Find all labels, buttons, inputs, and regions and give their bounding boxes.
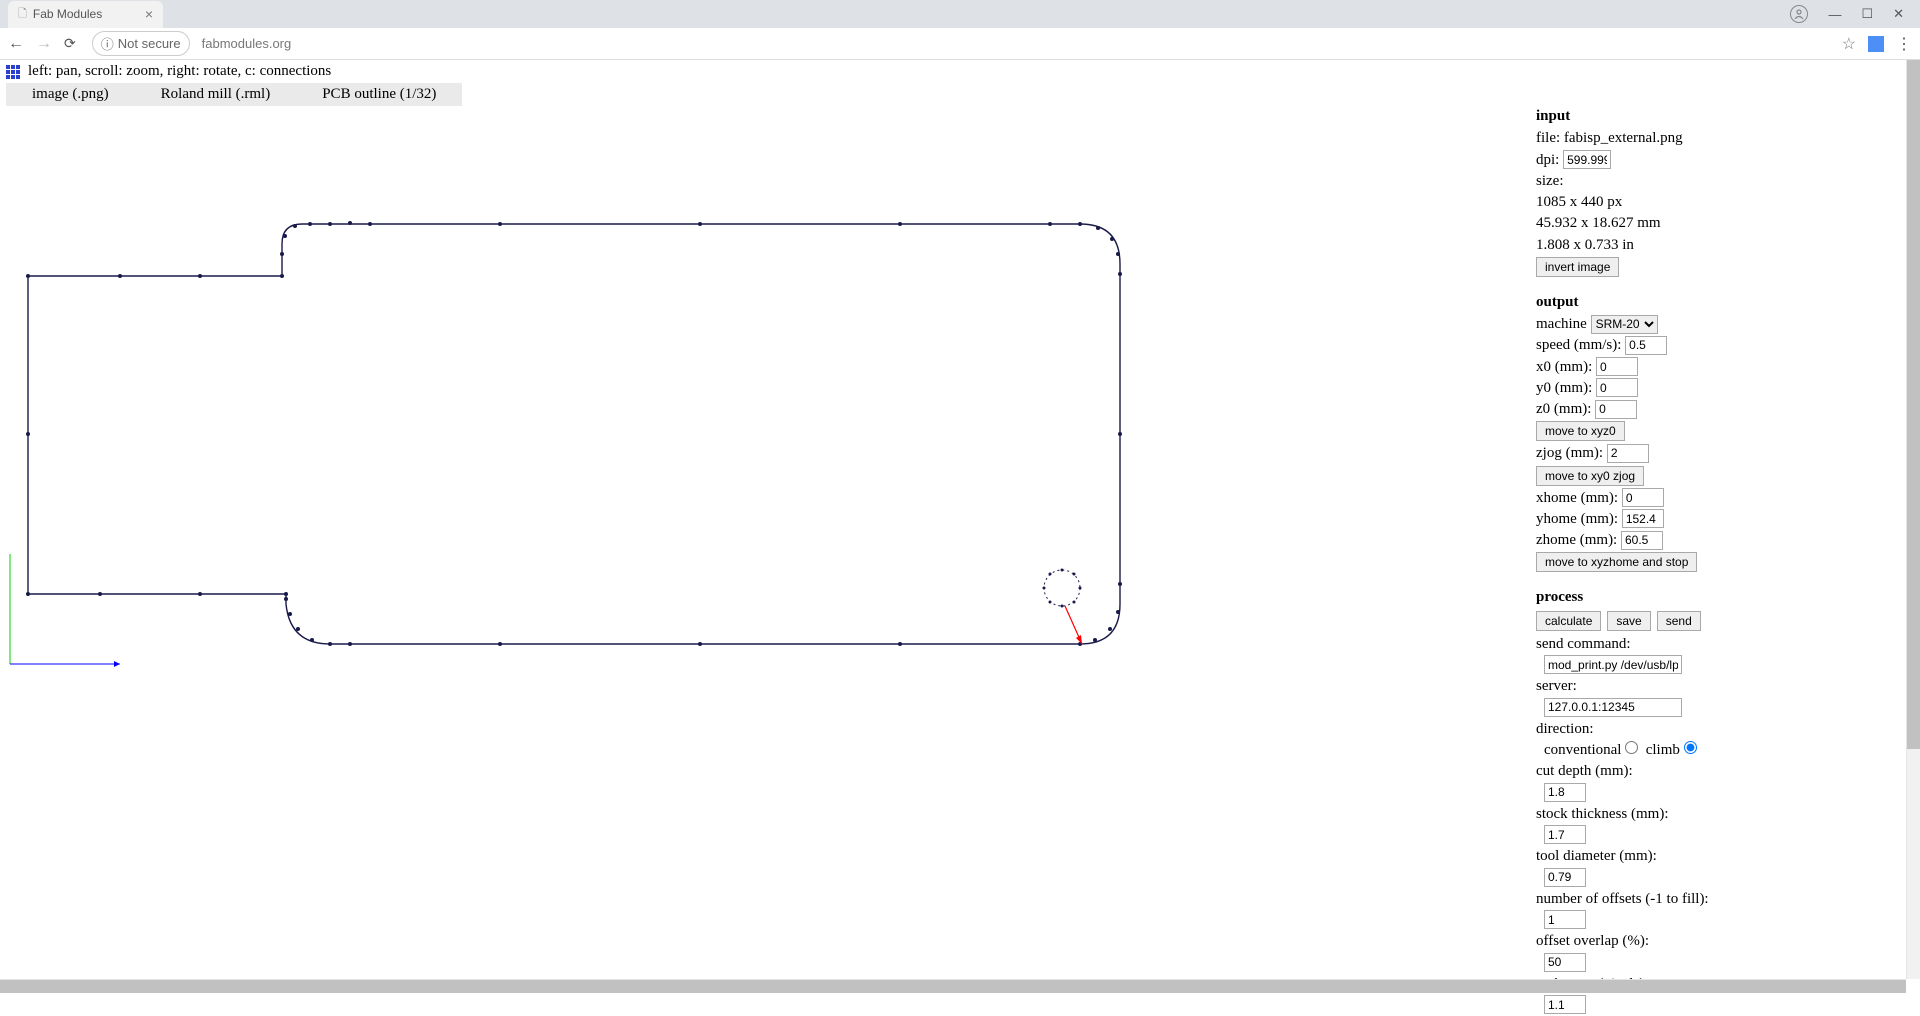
speed-label: speed (mm/s):	[1536, 337, 1621, 353]
not-secure-label: Not secure	[118, 36, 181, 51]
yhome-label: yhome (mm):	[1536, 511, 1618, 527]
zhome-label: zhome (mm):	[1536, 532, 1617, 548]
dpi-input[interactable]	[1563, 150, 1611, 169]
info-icon: ⓘ	[101, 34, 114, 53]
top-controls: left: pan, scroll: zoom, right: rotate, …	[0, 60, 1920, 83]
tab-bar: 🗋 Fab Modules × — ☐ ✕	[0, 0, 1920, 28]
browser-menu-icon[interactable]: ⋮	[1896, 34, 1912, 54]
zjog-input[interactable]	[1607, 444, 1649, 463]
settings-panel: input file: fabisp_external.png dpi: siz…	[1536, 106, 1898, 1016]
hint-text: left: pan, scroll: zoom, right: rotate, …	[28, 63, 331, 80]
xhome-label: xhome (mm):	[1536, 490, 1618, 506]
calculate-button[interactable]: calculate	[1536, 611, 1601, 631]
process-header: process	[1536, 589, 1583, 605]
z0-input[interactable]	[1595, 400, 1637, 419]
cut-depth-label: cut depth (mm):	[1536, 763, 1633, 779]
y0-label: y0 (mm):	[1536, 380, 1592, 396]
output-format-button[interactable]: Roland mill (.rml)	[135, 83, 297, 106]
size-in: 1.808 x 0.733 in	[1536, 237, 1634, 253]
save-button[interactable]: save	[1607, 611, 1650, 631]
tool-diameter-label: tool diameter (mm):	[1536, 848, 1657, 864]
translate-icon[interactable]	[1868, 36, 1884, 52]
machine-label: machine	[1536, 316, 1587, 332]
modules-grid-icon[interactable]	[6, 65, 20, 79]
forward-icon: →	[36, 35, 52, 53]
offsets-label: number of offsets (-1 to fill):	[1536, 891, 1709, 907]
direction-label: direction:	[1536, 721, 1593, 737]
move-xy0-zjog-button[interactable]: move to xy0 zjog	[1536, 466, 1644, 486]
page-icon: 🗋	[18, 5, 27, 24]
x0-label: x0 (mm):	[1536, 359, 1592, 375]
machine-select[interactable]: SRM-20	[1591, 315, 1658, 334]
conventional-label: conventional	[1544, 742, 1621, 758]
process-button[interactable]: PCB outline (1/32)	[296, 83, 462, 106]
zjog-label: zjog (mm):	[1536, 445, 1603, 461]
move-xyzhome-button[interactable]: move to xyzhome and stop	[1536, 552, 1697, 572]
size-mm: 45.932 x 18.627 mm	[1536, 215, 1661, 231]
horizontal-scrollbar[interactable]	[0, 979, 1906, 993]
minimize-icon[interactable]: —	[1828, 7, 1841, 22]
browser-chrome: 🗋 Fab Modules × — ☐ ✕ ← → ⟳ ⓘ Not secure…	[0, 0, 1920, 60]
file-label: file:	[1536, 130, 1560, 146]
url-text[interactable]: fabmodules.org	[202, 36, 292, 51]
conventional-radio[interactable]	[1625, 741, 1638, 754]
maximize-icon[interactable]: ☐	[1861, 6, 1873, 22]
path-error-input[interactable]	[1544, 995, 1586, 1014]
cut-depth-input[interactable]	[1544, 783, 1586, 802]
security-chip[interactable]: ⓘ Not secure	[92, 31, 190, 56]
browser-tab[interactable]: 🗋 Fab Modules ×	[8, 1, 163, 28]
climb-radio[interactable]	[1684, 741, 1697, 754]
toolpath-svg	[0, 104, 1140, 684]
window-controls: — ☐ ✕	[1790, 5, 1920, 23]
z0-label: z0 (mm):	[1536, 401, 1591, 417]
close-window-icon[interactable]: ✕	[1893, 6, 1904, 22]
reload-icon[interactable]: ⟳	[64, 35, 76, 52]
invert-image-button[interactable]: invert image	[1536, 257, 1619, 277]
stock-thickness-input[interactable]	[1544, 825, 1586, 844]
send-command-input[interactable]	[1544, 655, 1682, 674]
tab-title: Fab Modules	[33, 7, 102, 21]
overlap-input[interactable]	[1544, 953, 1586, 972]
tool-diameter-input[interactable]	[1544, 868, 1586, 887]
output-header: output	[1536, 294, 1579, 310]
y0-input[interactable]	[1596, 378, 1638, 397]
send-command-label: send command:	[1536, 636, 1631, 652]
server-input[interactable]	[1544, 698, 1682, 717]
zhome-input[interactable]	[1621, 531, 1663, 550]
input-header: input	[1536, 108, 1570, 124]
xhome-input[interactable]	[1622, 488, 1664, 507]
input-format-button[interactable]: image (.png)	[6, 83, 135, 106]
stock-thickness-label: stock thickness (mm):	[1536, 806, 1668, 822]
move-xyz0-button[interactable]: move to xyz0	[1536, 421, 1625, 441]
back-icon[interactable]: ←	[8, 35, 24, 53]
yhome-input[interactable]	[1622, 509, 1664, 528]
overlap-label: offset overlap (%):	[1536, 933, 1649, 949]
file-name: fabisp_external.png	[1564, 130, 1683, 146]
dpi-label: dpi:	[1536, 152, 1559, 168]
address-bar: ← → ⟳ ⓘ Not secure fabmodules.org ☆ ⋮	[0, 28, 1920, 60]
offsets-input[interactable]	[1544, 910, 1586, 929]
close-tab-icon[interactable]: ×	[145, 6, 153, 22]
vertical-scrollbar[interactable]	[1906, 60, 1920, 979]
size-label: size:	[1536, 173, 1564, 189]
x0-input[interactable]	[1596, 357, 1638, 376]
bookmark-icon[interactable]: ☆	[1842, 34, 1856, 54]
server-label: server:	[1536, 678, 1577, 694]
app-area: left: pan, scroll: zoom, right: rotate, …	[0, 60, 1920, 993]
user-icon[interactable]	[1790, 5, 1808, 23]
speed-input[interactable]	[1625, 336, 1667, 355]
size-px: 1085 x 440 px	[1536, 194, 1622, 210]
send-button[interactable]: send	[1657, 611, 1701, 631]
climb-label: climb	[1646, 742, 1680, 758]
